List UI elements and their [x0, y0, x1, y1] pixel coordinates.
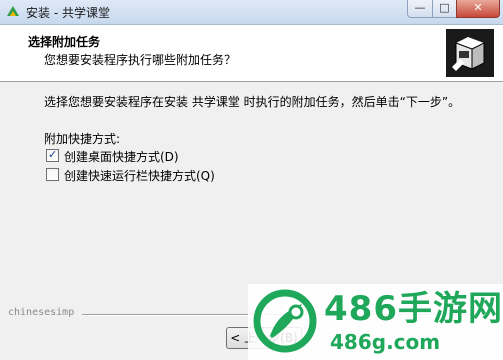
page-subtitle: 您想要安装程序执行哪些附加任务？ — [44, 53, 237, 67]
watermark-url: 486g.com — [330, 330, 441, 354]
checkbox-box[interactable]: ✓ — [46, 148, 59, 162]
instruction-text: 选择您想要安装程序在安装 共学课堂 时执行的附加任务，然后单击“下一步”。 — [44, 95, 461, 109]
brand-label: chinesesimp — [8, 307, 75, 318]
watermark-logo-icon — [253, 289, 317, 353]
wizard-header: 选择附加任务 您想要安装程序执行哪些附加任务？ — [0, 25, 503, 82]
watermark-title: 486手游网 — [324, 289, 503, 329]
checkbox-label[interactable]: 创建快速运行栏快捷方式(Q) — [64, 167, 215, 184]
minimize-button[interactable]: — — [407, 0, 433, 18]
checkbox-box[interactable] — [46, 168, 59, 181]
installer-window: 安装 - 共学课堂 — □ ✕ 选择附加任务 您想要安装程序执行哪些附加任务？ … — [0, 0, 503, 360]
shortcut-group-label: 附加快捷方式: — [44, 132, 121, 146]
title-bar[interactable]: 安装 - 共学课堂 — □ ✕ — [0, 0, 503, 25]
check-mark-icon: ✓ — [48, 148, 58, 161]
app-logo-icon — [7, 6, 19, 16]
checkbox-label[interactable]: 创建桌面快捷方式(D) — [64, 148, 179, 165]
page-title: 选择附加任务 — [28, 35, 101, 49]
window-title: 安装 - 共学课堂 — [26, 6, 110, 20]
close-button[interactable]: ✕ — [456, 0, 500, 18]
installer-box-icon — [446, 29, 494, 77]
maximize-button[interactable]: □ — [432, 0, 457, 18]
